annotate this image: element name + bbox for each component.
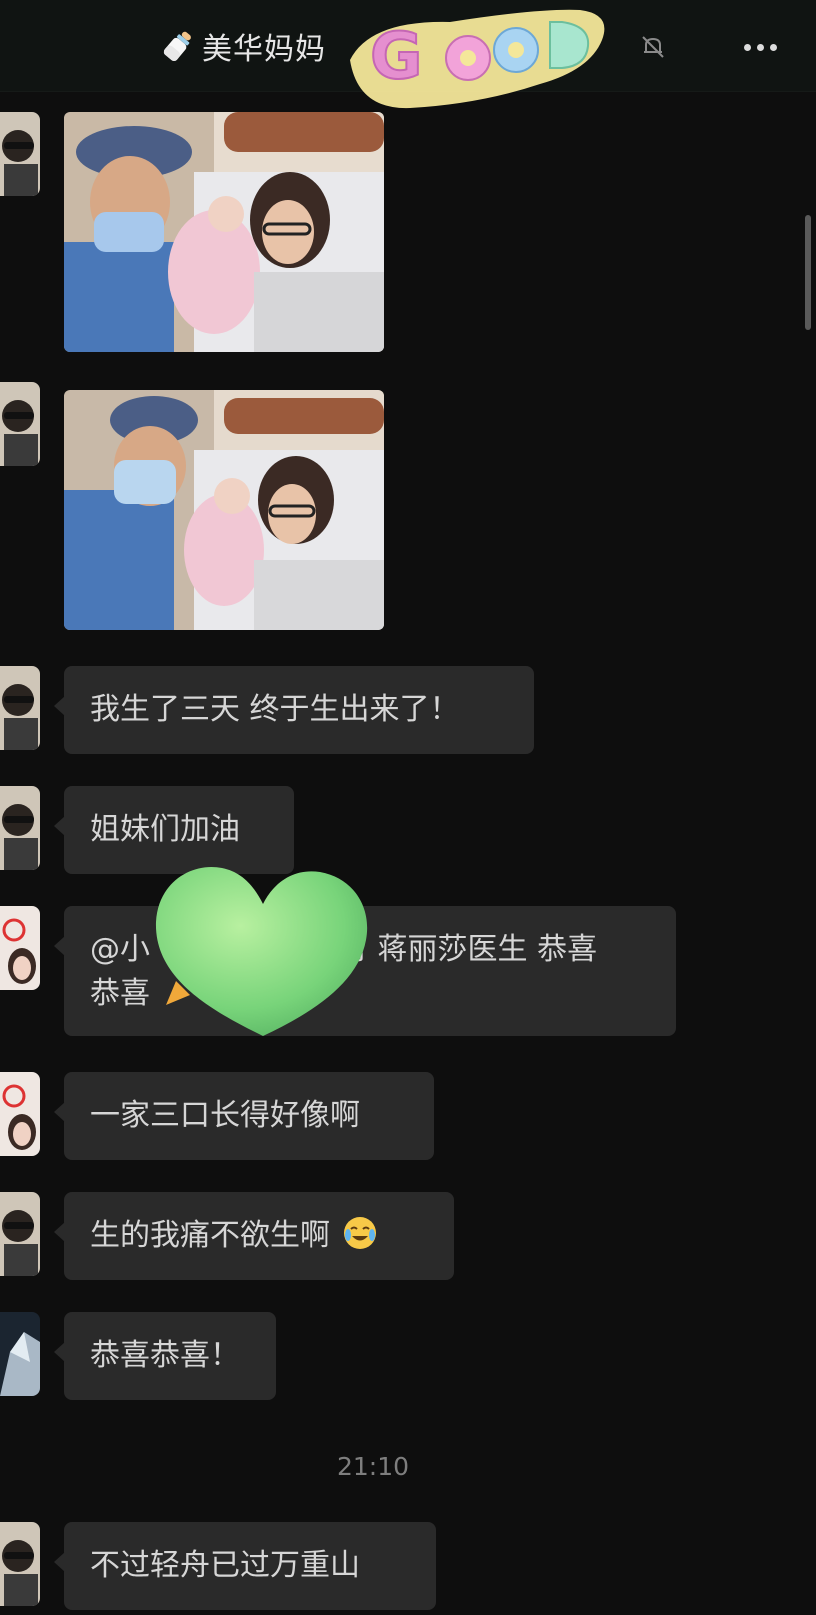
chat-image[interactable] bbox=[64, 390, 384, 630]
baby-bottle-icon bbox=[163, 31, 191, 61]
more-dot bbox=[743, 43, 751, 51]
message-bubble[interactable]: 恭喜恭喜！ bbox=[54, 1312, 276, 1400]
svg-text:G: G bbox=[370, 20, 423, 94]
message-text: 姐妹们加油 bbox=[90, 812, 240, 847]
bell-muted-icon bbox=[642, 36, 664, 58]
good-sticker: G bbox=[350, 9, 605, 109]
avatar[interactable] bbox=[0, 1192, 40, 1276]
mention-text[interactable]: @小 bbox=[90, 932, 150, 967]
more-dot bbox=[769, 43, 777, 51]
avatar[interactable] bbox=[0, 1522, 40, 1606]
message-text: 生的我痛不欲生啊 bbox=[90, 1218, 330, 1253]
crying-laughing-emoji-icon bbox=[343, 1217, 376, 1249]
chat-title: 美华妈妈 bbox=[202, 32, 326, 67]
message-bubble[interactable]: 一家三口长得好像啊 bbox=[54, 1072, 434, 1160]
avatar[interactable] bbox=[0, 382, 40, 466]
avatar[interactable] bbox=[0, 1072, 40, 1156]
message-bubble[interactable]: 我生了三天 终于生出来了！ bbox=[54, 666, 534, 754]
avatar[interactable] bbox=[0, 112, 40, 196]
avatar[interactable] bbox=[0, 786, 40, 870]
green-heart-sticker bbox=[155, 866, 368, 1036]
message-text: 不过轻舟已过万重山 bbox=[90, 1548, 360, 1583]
more-dot bbox=[756, 43, 764, 51]
message-text: 一家三口长得好像啊 bbox=[90, 1098, 360, 1133]
message-text: 恭喜 bbox=[90, 976, 150, 1011]
message-text: 月 蒋丽莎医生 恭喜 bbox=[338, 932, 598, 967]
message-bubble[interactable]: 生的我痛不欲生啊 bbox=[54, 1192, 454, 1280]
chat-scrollbar[interactable] bbox=[805, 215, 811, 330]
avatar[interactable] bbox=[0, 666, 40, 750]
message-text: 恭喜恭喜！ bbox=[90, 1338, 240, 1373]
more-options-button[interactable] bbox=[740, 36, 780, 58]
avatar[interactable] bbox=[0, 906, 40, 990]
message-text: 我生了三天 终于生出来了！ bbox=[90, 692, 460, 727]
avatar[interactable] bbox=[0, 1312, 40, 1396]
chat-title-area[interactable]: 美华妈妈 bbox=[160, 26, 326, 67]
chat-image[interactable] bbox=[64, 112, 384, 352]
message-bubble[interactable]: 不过轻舟已过万重山 bbox=[54, 1522, 436, 1610]
message-timestamp: 21:10 bbox=[336, 1452, 410, 1481]
